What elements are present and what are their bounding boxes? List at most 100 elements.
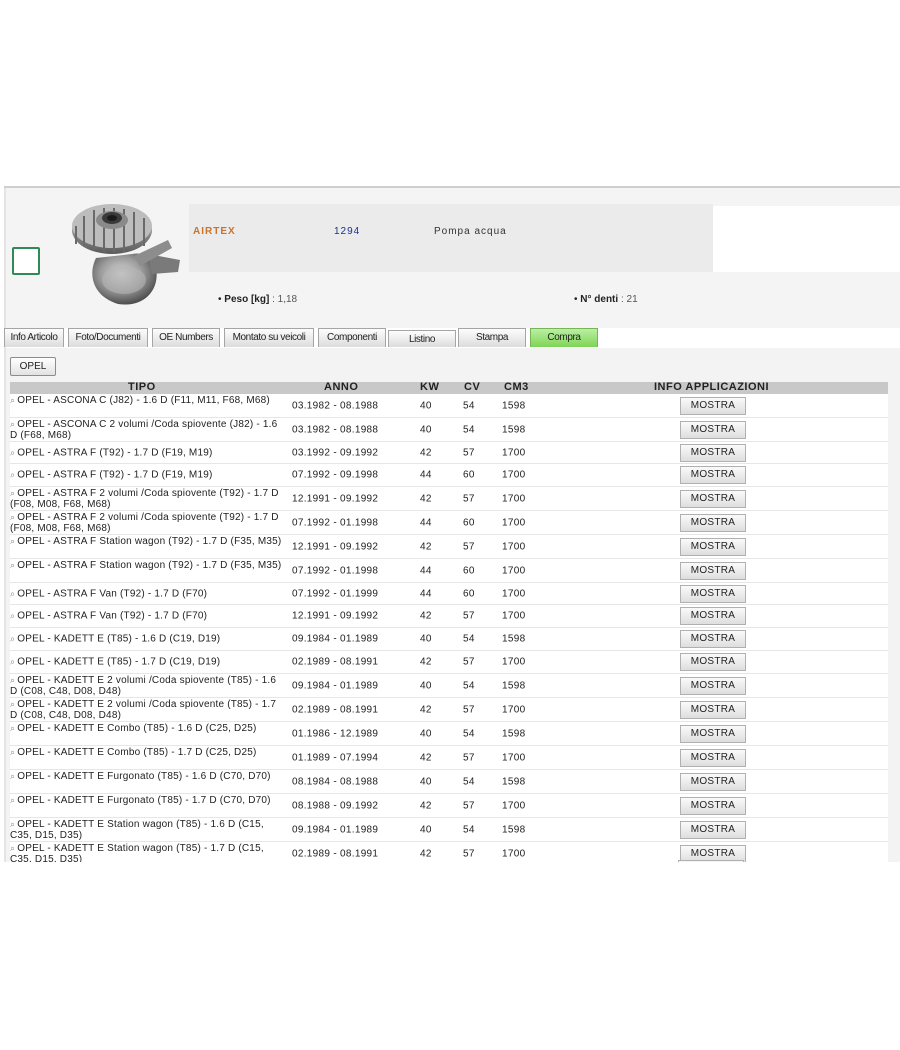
row-kw: 44 xyxy=(420,517,432,528)
table-row: ⌕ OPEL - ASTRA F Station wagon (T92) - 1.… xyxy=(10,535,888,559)
tab-componenti[interactable]: Componenti xyxy=(318,328,386,347)
magnifier-icon[interactable]: ⌕ xyxy=(10,588,15,598)
row-anno: 07.1992 - 01.1998 xyxy=(292,565,379,576)
row-kw: 44 xyxy=(420,588,432,599)
row-anno: 02.1989 - 08.1991 xyxy=(292,848,379,859)
header-anno: ANNO xyxy=(324,381,359,393)
magnifier-icon[interactable]: ⌕ xyxy=(10,488,15,498)
mostra-button[interactable]: MOSTRA xyxy=(680,561,746,580)
mostra-button[interactable]: MOSTRA xyxy=(680,607,746,625)
mostra-button[interactable]: MOSTRA xyxy=(680,630,746,648)
mostra-button[interactable]: MOSTRA xyxy=(680,584,746,603)
row-anno: 03.1982 - 08.1988 xyxy=(292,400,379,411)
product-panel: AIRTEX 1294 Pompa acqua • Peso [kg] : 1,… xyxy=(4,186,900,862)
row-cv: 54 xyxy=(463,680,475,691)
row-cv: 57 xyxy=(463,447,475,458)
row-cv: 57 xyxy=(463,752,475,763)
row-anno: 03.1992 - 09.1992 xyxy=(292,447,379,458)
mostra-button[interactable]: MOSTRA xyxy=(680,443,746,462)
mostra-button[interactable]: MOSTRA xyxy=(680,724,746,743)
row-cv: 54 xyxy=(463,633,475,645)
row-tipo-text: OPEL - ASTRA F Van (T92) - 1.7 D (F70) xyxy=(17,610,208,622)
row-cv: 57 xyxy=(463,704,475,715)
magnifier-icon[interactable]: ⌕ xyxy=(10,395,15,405)
magnifier-icon[interactable]: ⌕ xyxy=(10,771,15,781)
table-row: ⌕ OPEL - ASTRA F 2 volumi /Coda spiovente… xyxy=(10,487,888,511)
mostra-button[interactable]: MOSTRA xyxy=(680,420,746,439)
magnifier-icon[interactable]: ⌕ xyxy=(10,470,15,480)
mostra-button[interactable]: MOSTRA xyxy=(680,396,746,415)
row-tipo-text: OPEL - ASTRA F (T92) - 1.7 D (F19, M19) xyxy=(17,469,213,481)
row-tipo-text: OPEL - KADETT E (T85) - 1.6 D (C19, D19) xyxy=(17,633,221,645)
tab-stampa[interactable]: Stampa xyxy=(458,328,526,347)
row-kw: 44 xyxy=(420,565,432,576)
mostra-button[interactable]: MOSTRA xyxy=(680,537,746,556)
row-kw: 40 xyxy=(420,400,432,411)
spec-weight-value: 1,18 xyxy=(277,294,298,305)
brand-name[interactable]: AIRTEX xyxy=(193,226,236,237)
magnifier-icon[interactable]: ⌕ xyxy=(10,699,15,709)
mostra-button[interactable]: MOSTRA xyxy=(680,700,746,719)
row-tipo: ⌕ OPEL - KADETT E (T85) - 1.7 D (C19, D19… xyxy=(10,657,282,668)
row-cm3: 1598 xyxy=(502,824,526,835)
row-tipo-text: OPEL - KADETT E Station wagon (T85) - 1.… xyxy=(10,843,264,862)
table-row: ⌕ OPEL - KADETT E Furgonato (T85) - 1.7 D… xyxy=(10,794,888,818)
table-row: ⌕ OPEL - ASTRA F (T92) - 1.7 D (F19, M19)… xyxy=(10,442,888,464)
mostra-button[interactable]: MOSTRA xyxy=(680,796,746,815)
row-tipo-text: OPEL - KADETT E Combo (T85) - 1.7 D (C25… xyxy=(17,747,257,758)
mostra-button[interactable]: MOSTRA xyxy=(680,466,746,484)
table-row: ⌕ OPEL - ASTRA F Van (T92) - 1.7 D (F70) 1… xyxy=(10,605,888,628)
tab-info-articolo[interactable]: Info Articolo xyxy=(4,328,64,347)
row-kw: 40 xyxy=(420,728,432,739)
tab-foto-documenti[interactable]: Foto/Documenti xyxy=(68,328,148,347)
magnifier-icon[interactable]: ⌕ xyxy=(10,843,15,853)
magnifier-icon[interactable]: ⌕ xyxy=(10,611,15,621)
spec-teeth: • N° denti : 21 xyxy=(574,294,638,305)
row-tipo-text: OPEL - ASTRA F (T92) - 1.7 D (F19, M19) xyxy=(17,447,213,458)
magnifier-icon[interactable]: ⌕ xyxy=(10,560,15,570)
magnifier-icon[interactable]: ⌕ xyxy=(10,723,15,733)
tab-oe-numbers[interactable]: OE Numbers xyxy=(152,328,220,347)
magnifier-icon[interactable]: ⌕ xyxy=(10,512,15,522)
mostra-button[interactable]: MOSTRA xyxy=(680,489,746,508)
magnifier-icon[interactable]: ⌕ xyxy=(10,419,15,429)
table-row: ⌕ OPEL - KADETT E Station wagon (T85) - 1… xyxy=(10,842,888,862)
magnifier-icon[interactable]: ⌕ xyxy=(10,634,15,644)
row-cm3: 1700 xyxy=(502,541,526,552)
row-tipo-text: OPEL - KADETT E Furgonato (T85) - 1.6 D … xyxy=(17,771,271,782)
mostra-button[interactable]: MOSTRA xyxy=(680,653,746,671)
row-kw: 40 xyxy=(420,680,432,691)
water-pump-image xyxy=(72,204,180,305)
magnifier-icon[interactable]: ⌕ xyxy=(10,447,15,457)
tab-montato-su-veicoli[interactable]: Montato su veicoli xyxy=(224,328,314,347)
mostra-button[interactable]: MOSTRA xyxy=(680,513,746,532)
product-code[interactable]: 1294 xyxy=(334,226,360,237)
row-cv: 60 xyxy=(463,588,475,599)
row-tipo-text: OPEL - KADETT E Furgonato (T85) - 1.7 D … xyxy=(17,795,271,806)
mostra-button[interactable]: MOSTRA xyxy=(680,772,746,791)
magnifier-icon[interactable]: ⌕ xyxy=(10,819,15,829)
row-cv: 54 xyxy=(463,400,475,411)
mostra-button[interactable]: MOSTRA xyxy=(680,748,746,767)
table-row: ⌕ OPEL - KADETT E 2 volumi /Coda spiovent… xyxy=(10,674,888,698)
table-row: ⌕ OPEL - KADETT E Combo (T85) - 1.6 D (C2… xyxy=(10,722,888,746)
tab-compra[interactable]: Compra xyxy=(530,328,598,347)
row-tipo: ⌕ OPEL - KADETT E Furgonato (T85) - 1.6 D… xyxy=(10,771,282,782)
row-tipo: ⌕ OPEL - ASTRA F Van (T92) - 1.7 D (F70) xyxy=(10,588,282,599)
magnifier-icon[interactable]: ⌕ xyxy=(10,795,15,805)
opel-filter-button[interactable]: OPEL xyxy=(10,357,56,376)
magnifier-icon[interactable]: ⌕ xyxy=(10,675,15,685)
magnifier-icon[interactable]: ⌕ xyxy=(10,536,15,546)
mostra-button[interactable]: MOSTRA xyxy=(680,820,746,839)
row-cm3: 1700 xyxy=(502,752,526,763)
row-kw: 40 xyxy=(420,824,432,835)
row-cm3: 1700 xyxy=(502,610,526,622)
mostra-button[interactable]: MOSTRA xyxy=(680,676,746,695)
table-row: ⌕ OPEL - ASTRA F (T92) - 1.7 D (F19, M19)… xyxy=(10,464,888,487)
magnifier-icon[interactable]: ⌕ xyxy=(10,747,15,757)
row-cm3: 1598 xyxy=(502,680,526,691)
row-tipo: ⌕ OPEL - KADETT E 2 volumi /Coda spiovent… xyxy=(10,699,282,721)
magnifier-icon[interactable]: ⌕ xyxy=(10,657,15,667)
tab-listino[interactable]: Listino xyxy=(388,330,456,347)
select-checkbox[interactable] xyxy=(12,247,40,275)
